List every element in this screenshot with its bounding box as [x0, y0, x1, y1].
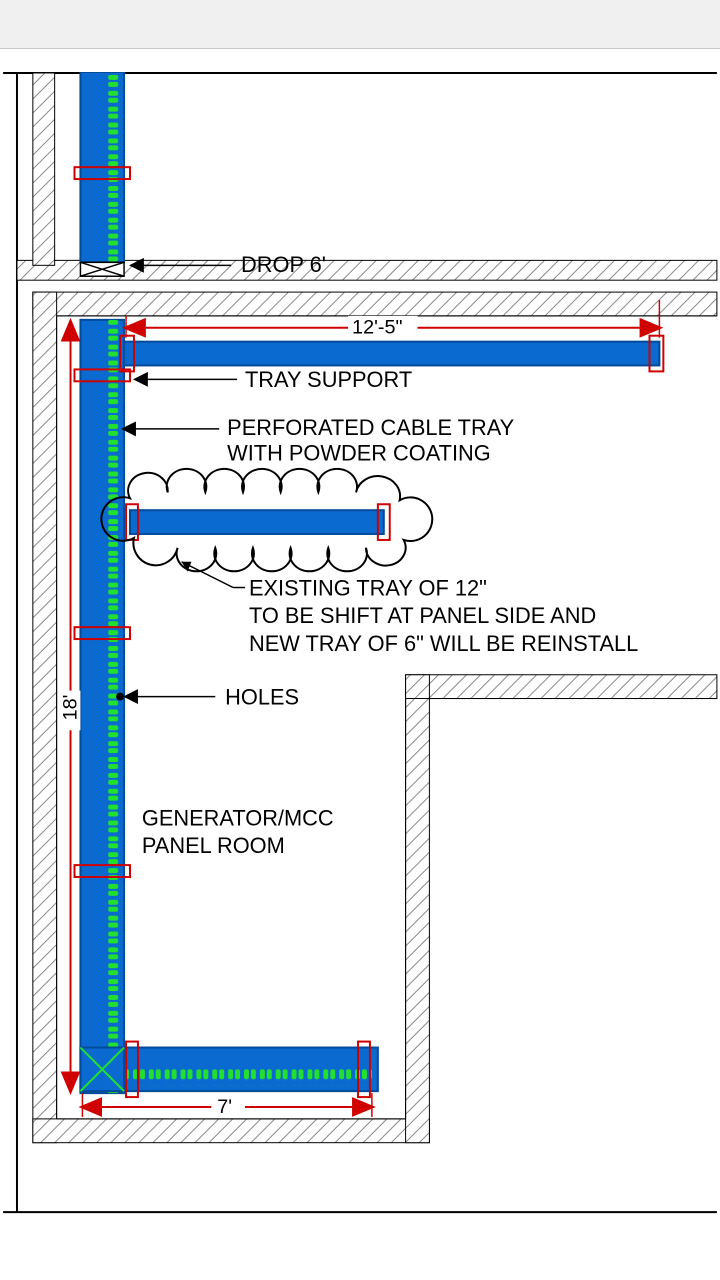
wall-notch-top	[406, 675, 717, 699]
app-toolbar	[0, 0, 720, 49]
tray-upper-vertical	[74, 72, 130, 262]
label-room-1: GENERATOR/MCC	[142, 805, 334, 830]
tray-main-vertical	[80, 320, 124, 1093]
tray-top-horizontal	[120, 336, 663, 372]
label-holes: HOLES	[225, 684, 299, 709]
leader-existing	[182, 562, 245, 588]
cad-drawing: DROP 6'	[0, 72, 720, 1222]
dimension-vertical: 18'	[59, 322, 82, 1091]
wall-room-bottom	[33, 1119, 430, 1143]
wall-room-left	[33, 292, 57, 1143]
wall-room-top	[33, 292, 717, 316]
label-existing-3: NEW TRAY OF 6" WILL BE REINSTALL	[249, 631, 638, 656]
label-drop: DROP 6'	[241, 252, 326, 277]
tray-drop-marker	[80, 262, 124, 276]
label-perforated-1: PERFORATED CABLE TRAY	[227, 415, 515, 440]
tray-bottom-horizontal	[80, 1042, 377, 1098]
label-existing-1: EXISTING TRAY OF 12"	[249, 575, 487, 600]
label-tray-support: TRAY SUPPORT	[245, 367, 412, 392]
tray-existing	[126, 504, 390, 540]
label-existing-2: TO BE SHIFT AT PANEL SIDE AND	[249, 603, 596, 628]
dim-bottom-text: 7'	[217, 1096, 232, 1118]
label-perforated-2: WITH POWDER COATING	[227, 441, 491, 466]
label-room-2: PANEL ROOM	[142, 833, 285, 858]
hole-marker	[116, 693, 124, 701]
dim-top-run-text: 12'-5"	[352, 317, 402, 339]
wall-upper-left	[33, 73, 55, 265]
dim-vertical-text: 18'	[59, 695, 81, 721]
wall-notch-left	[406, 675, 430, 1143]
